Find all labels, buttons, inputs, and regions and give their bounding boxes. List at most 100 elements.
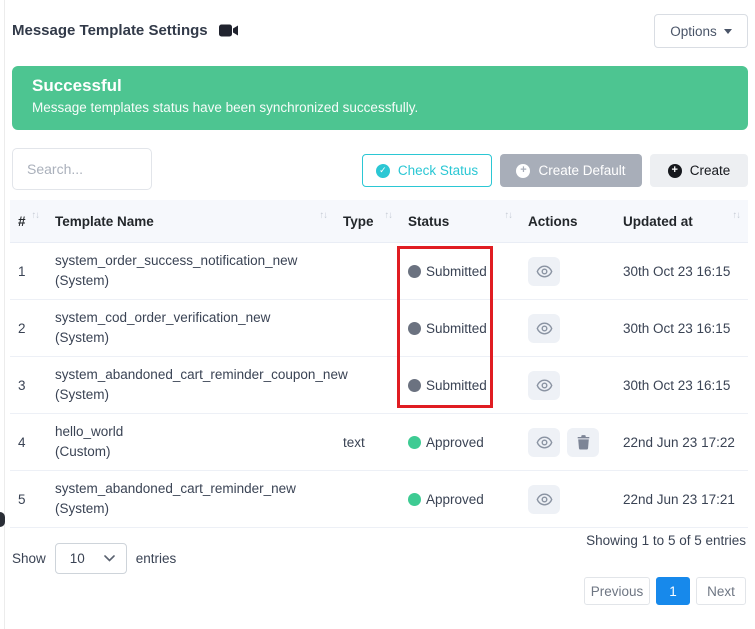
template-kind: (System)	[55, 328, 327, 348]
next-page-button[interactable]: Next	[696, 577, 746, 605]
status-label: Approved	[426, 492, 484, 507]
status-cell: Submitted	[400, 264, 520, 279]
updated-at-cell: 30th Oct 23 16:15	[615, 321, 748, 336]
create-button[interactable]: + Create	[650, 154, 748, 187]
page-size-select[interactable]: 10	[55, 543, 127, 574]
column-label: Type	[343, 214, 374, 229]
status-cell: Submitted	[400, 321, 520, 336]
check-circle-icon: ✓	[376, 164, 390, 178]
column-header-actions: Actions	[520, 214, 615, 229]
updated-at-cell: 30th Oct 23 16:15	[615, 378, 748, 393]
toolbar-buttons: ✓ Check Status + Create Default + Create	[362, 154, 748, 187]
table-body: 1 system_order_success_notification_new …	[10, 243, 748, 528]
entries-summary: Showing 1 to 5 of 5 entries	[586, 533, 746, 548]
table-row: 1 system_order_success_notification_new …	[10, 243, 748, 300]
updated-at-cell: 22nd Jun 23 17:22	[615, 435, 748, 450]
eye-icon	[536, 493, 553, 506]
eye-icon	[536, 265, 553, 278]
column-label: Updated at	[623, 214, 693, 229]
plus-circle-icon: +	[668, 164, 682, 178]
delete-button[interactable]	[567, 428, 599, 457]
table-header-row: # ↑↓ Template Name ↑↓ Type ↑↓ Status ↑↓ …	[10, 200, 748, 243]
view-button[interactable]	[528, 485, 560, 514]
actions-cell	[520, 314, 615, 343]
status-dot	[408, 379, 421, 392]
trash-icon	[577, 435, 590, 450]
status-label: Submitted	[426, 378, 487, 393]
template-kind: (System)	[55, 385, 327, 405]
updated-at-cell: 30th Oct 23 16:15	[615, 264, 748, 279]
view-button[interactable]	[528, 371, 560, 400]
column-header-type[interactable]: Type ↑↓	[335, 214, 400, 229]
plus-circle-icon: +	[516, 164, 530, 178]
templates-table: # ↑↓ Template Name ↑↓ Type ↑↓ Status ↑↓ …	[10, 200, 748, 528]
type-cell: text	[335, 435, 400, 450]
sort-icon: ↑↓	[733, 210, 741, 221]
column-header-status[interactable]: Status ↑↓	[400, 214, 520, 229]
template-name-cell: system_order_success_notification_new (S…	[47, 251, 335, 292]
column-header-template-name[interactable]: Template Name ↑↓	[47, 214, 335, 229]
template-name: system_cod_order_verification_new	[55, 308, 327, 328]
table-row: 5 system_abandoned_cart_reminder_new (Sy…	[10, 471, 748, 528]
page-1-button[interactable]: 1	[656, 577, 690, 605]
status-label: Submitted	[426, 321, 487, 336]
column-header-num[interactable]: # ↑↓	[10, 214, 47, 229]
alert-title: Successful	[32, 75, 728, 98]
chevron-down-icon	[724, 29, 732, 34]
create-default-label: Create Default	[538, 163, 625, 178]
options-button[interactable]: Options	[654, 14, 748, 48]
updated-at-cell: 22nd Jun 23 17:21	[615, 492, 748, 507]
template-name: system_abandoned_cart_reminder_new	[55, 479, 327, 499]
chevron-down-icon	[104, 555, 115, 562]
pagination: Previous 1 Next	[584, 577, 746, 605]
create-default-button[interactable]: + Create Default	[500, 154, 642, 187]
sort-icon: ↑↓	[32, 210, 40, 221]
status-dot	[408, 322, 421, 335]
template-name: hello_world	[55, 422, 327, 442]
check-status-button[interactable]: ✓ Check Status	[362, 154, 492, 187]
show-entries-control: Show 10 entries	[12, 543, 176, 574]
column-label: #	[18, 214, 26, 229]
success-alert: Successful Message templates status have…	[12, 66, 748, 130]
sort-icon: ↑↓	[505, 210, 513, 221]
page-header: Message Template Settings	[12, 22, 239, 39]
view-button[interactable]	[528, 428, 560, 457]
template-name-cell: system_abandoned_cart_reminder_new (Syst…	[47, 479, 335, 520]
template-name: system_order_success_notification_new	[55, 251, 327, 271]
page-size-value: 10	[70, 551, 85, 566]
column-label: Actions	[528, 214, 578, 229]
row-number: 5	[10, 492, 47, 507]
template-kind: (System)	[55, 499, 327, 519]
row-number: 4	[10, 435, 47, 450]
entries-label: entries	[136, 551, 177, 566]
actions-cell	[520, 371, 615, 400]
alert-message: Message templates status have been synch…	[32, 100, 728, 115]
show-label: Show	[12, 551, 46, 566]
previous-page-button[interactable]: Previous	[584, 577, 650, 605]
status-cell: Submitted	[400, 378, 520, 393]
row-number: 2	[10, 321, 47, 336]
column-label: Template Name	[55, 214, 154, 229]
eye-icon	[536, 322, 553, 335]
eye-icon	[536, 436, 553, 449]
status-dot	[408, 436, 421, 449]
template-kind: (Custom)	[55, 442, 327, 462]
actions-cell	[520, 257, 615, 286]
options-button-label: Options	[670, 24, 717, 39]
actions-cell	[520, 485, 615, 514]
view-button[interactable]	[528, 314, 560, 343]
view-button[interactable]	[528, 257, 560, 286]
table-row: 3 system_abandoned_cart_reminder_coupon_…	[10, 357, 748, 414]
search-input[interactable]	[12, 148, 152, 190]
create-label: Create	[690, 163, 731, 178]
video-camera-icon	[219, 24, 239, 37]
message-template-settings-page: Message Template Settings Options Succes…	[0, 0, 755, 629]
status-cell: Approved	[400, 435, 520, 450]
page-title: Message Template Settings	[12, 22, 208, 39]
table-row: 2 system_cod_order_verification_new (Sys…	[10, 300, 748, 357]
column-header-updated-at[interactable]: Updated at ↑↓	[615, 214, 748, 229]
check-status-label: Check Status	[398, 163, 478, 178]
column-label: Status	[408, 214, 449, 229]
sort-icon: ↑↓	[385, 210, 393, 221]
template-name-cell: system_abandoned_cart_reminder_coupon_ne…	[47, 365, 335, 406]
